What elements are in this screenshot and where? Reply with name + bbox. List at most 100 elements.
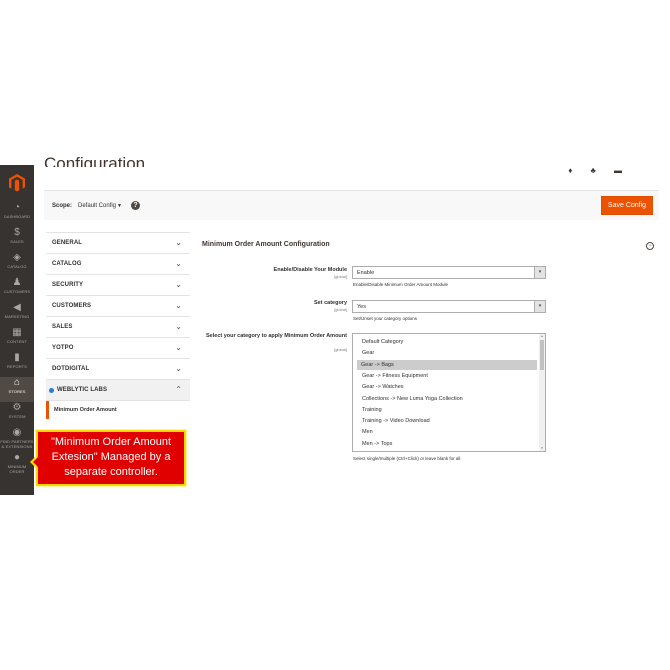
set-category-note: Set/Unset your category options: [353, 316, 418, 321]
category-option[interactable]: Default Category: [358, 337, 536, 347]
nav-item-marketing[interactable]: ◀ MARKETING: [0, 302, 34, 327]
nav-item-label: CUSTOMERS: [3, 289, 31, 294]
nav-item-label: DASHBOARD: [3, 214, 31, 219]
megaphone-icon: ◀: [13, 302, 21, 313]
nav-item-label: CATALOG: [7, 264, 27, 269]
enable-module-note: Enable/Disable Minimum Order Amount Modu…: [353, 282, 449, 287]
nav-item-label: MARKETING: [4, 314, 30, 319]
category-option[interactable]: Collections -> New Luma Yoga Collection: [358, 394, 536, 404]
apply-category-note: Select single/multiple (Ctrl+Click) or l…: [353, 456, 461, 461]
save-config-button[interactable]: Save Config: [601, 196, 653, 215]
tab-security[interactable]: SECURITY ⌄: [46, 274, 190, 296]
store-icon: ⌂: [13, 377, 21, 388]
tab-weblytic-labs[interactable]: WEBLYTIC LABS ⌃: [46, 379, 190, 401]
nav-item-system[interactable]: ⚙ SYSTEM: [0, 402, 34, 427]
dropdown-arrow-icon: ▾: [534, 301, 545, 312]
tab-label: YOTPO: [52, 345, 74, 351]
nav-item-reports[interactable]: ▮ REPORTS: [0, 352, 34, 377]
tab-dotdigital[interactable]: DOTDIGITAL ⌄: [46, 358, 190, 380]
scope-note: [global]: [334, 347, 347, 352]
weblytic-icon: [49, 388, 54, 393]
bar-chart-icon: ▮: [14, 352, 20, 363]
nav-item-dashboard[interactable]: ◔ DASHBOARD: [0, 202, 34, 227]
admin-sidebar: ◔ DASHBOARD $ SALES ◈ CATALOG ♟ CUSTOMERS ◀ MARKE…: [0, 165, 34, 495]
nav-item-customers[interactable]: ♟ CUSTOMERS: [0, 277, 34, 302]
nav-item-stores[interactable]: ⌂ STORES: [0, 377, 34, 402]
person-icon: ♟: [12, 277, 22, 288]
tab-label: CATALOG: [52, 261, 82, 267]
nav-item-label: SALES: [10, 239, 24, 244]
nav-item-minimum-order[interactable]: ● MINIMUM ORDER: [0, 452, 34, 477]
scope-note: [global]: [334, 274, 347, 279]
chevron-up-icon: ⌃: [175, 385, 182, 394]
category-option[interactable]: Gear -> Bags: [357, 359, 537, 370]
chevron-down-icon: ⌄: [175, 343, 182, 352]
tab-label: DOTDIGITAL: [52, 366, 90, 372]
tab-sales[interactable]: SALES ⌄: [46, 316, 190, 338]
help-icon[interactable]: ?: [131, 201, 140, 210]
nav-item-catalog[interactable]: ◈ CATALOG: [0, 252, 34, 277]
nav-item-sales[interactable]: $ SALES: [0, 227, 34, 252]
cube-icon: ◉: [12, 427, 22, 438]
scrollbar-thumb[interactable]: [540, 340, 544, 370]
category-option[interactable]: Men: [358, 427, 536, 437]
page-title: Configuration: [44, 154, 146, 167]
chevron-down-icon: ⌄: [175, 322, 182, 331]
tab-label: CUSTOMERS: [52, 303, 92, 309]
caret-down-icon[interactable]: ▼: [117, 203, 122, 209]
speedometer-icon: ◔: [13, 202, 21, 213]
weblytic-icon: ●: [13, 452, 21, 463]
category-option[interactable]: Gear -> Watches: [358, 382, 536, 392]
category-option[interactable]: Training -> Video Download: [358, 416, 536, 426]
layout-icon: ▦: [12, 327, 22, 338]
scrollbar[interactable]: ▲ ▼: [539, 334, 545, 451]
category-multiselect[interactable]: Default Category Gear Gear -> Bags Gear -> …: [352, 333, 546, 452]
tab-label: GENERAL: [52, 240, 83, 246]
set-category-select[interactable]: Yes ▾: [352, 300, 546, 313]
collapse-icon[interactable]: −: [646, 242, 654, 250]
category-option[interactable]: Gear: [358, 348, 536, 358]
set-category-label: Set category: [313, 300, 347, 306]
tab-label: SECURITY: [52, 282, 84, 288]
chevron-down-icon: ⌄: [175, 364, 182, 373]
category-option[interactable]: Men -> Tops: [358, 439, 536, 449]
tab-customers[interactable]: CUSTOMERS ⌄: [46, 295, 190, 317]
scope-label: Scope:: [52, 203, 73, 209]
admin-screen: ◔ DASHBOARD $ SALES ◈ CATALOG ♟ CUSTOMERS ◀ MARKE…: [0, 0, 670, 670]
callout-pointer-inner: [33, 457, 38, 467]
chevron-down-icon: ⌄: [175, 259, 182, 268]
enable-module-label: Enable/Disable Your Module: [273, 267, 347, 273]
scroll-down-icon[interactable]: ▼: [539, 446, 545, 451]
magento-logo[interactable]: [0, 165, 34, 201]
nav-item-find-partners-extensions[interactable]: ◉ FIND PARTNERS & EXTENSIONS: [0, 427, 34, 452]
tab-sub-label: Minimum Order Amount: [54, 407, 117, 413]
nav-item-label: REPORTS: [7, 364, 27, 369]
scroll-up-icon[interactable]: ▲: [539, 334, 545, 339]
header-actions[interactable]: ♦ ♣ ▬: [568, 166, 630, 175]
dollar-icon: $: [14, 227, 20, 238]
magento-logo-icon: [9, 174, 25, 192]
chevron-down-icon: ⌄: [175, 238, 182, 247]
nav-item-label: CONTENT: [6, 339, 28, 344]
dropdown-arrow-icon: ▾: [534, 267, 545, 278]
nav-item-label: SYSTEM: [8, 414, 26, 419]
callout-annotation: "Minimum Order Amount Extesion" Managed …: [36, 430, 186, 486]
tab-minimum-order-amount[interactable]: Minimum Order Amount: [46, 401, 190, 419]
nav-item-label: MINIMUM ORDER: [7, 464, 27, 474]
tab-yotpo[interactable]: YOTPO ⌄: [46, 337, 190, 359]
nav-item-label: FIND PARTNERS & EXTENSIONS: [0, 439, 34, 449]
apply-category-label: Select your category to apply Minimum Or…: [206, 333, 347, 339]
select-value: Enable: [357, 270, 375, 276]
config-tabs: GENERAL ⌄ CATALOG ⌄ SECURITY ⌄ CUSTOMERS…: [46, 232, 190, 419]
scope-note: [global]: [334, 307, 347, 312]
category-option[interactable]: Gear -> Fitness Equipment: [358, 371, 536, 381]
section-title[interactable]: Minimum Order Amount Configuration: [202, 241, 330, 248]
scope-switcher[interactable]: Default Config: [78, 203, 116, 209]
enable-module-select[interactable]: Enable ▾: [352, 266, 546, 279]
tab-general[interactable]: GENERAL ⌄: [46, 232, 190, 254]
category-option[interactable]: Training: [358, 405, 536, 415]
tab-catalog[interactable]: CATALOG ⌄: [46, 253, 190, 275]
box-icon: ◈: [13, 252, 21, 263]
nav-item-content[interactable]: ▦ CONTENT: [0, 327, 34, 352]
nav-item-label: STORES: [8, 389, 26, 394]
